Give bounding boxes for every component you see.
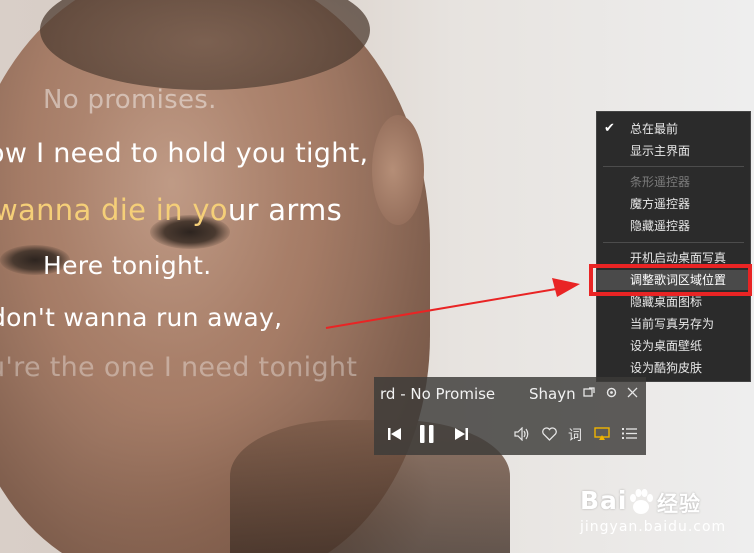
favorite-icon[interactable]: [542, 427, 557, 441]
context-menu: ✔ 总在最前 显示主界面 条形遥控器 魔方遥控器 隐藏遥控器 开机启动桌面写真 …: [596, 111, 751, 382]
watermark-url: jingyan.baidu.com: [580, 519, 727, 535]
watermark-logo-tail: 经验: [657, 492, 701, 516]
menu-item-label: 总在最前: [630, 122, 679, 136]
menu-item-label: 隐藏遥控器: [630, 219, 691, 233]
menu-item-save-photo-as[interactable]: 当前写真另存为: [597, 314, 750, 334]
menu-item-set-wallpaper[interactable]: 设为桌面壁纸: [597, 336, 750, 356]
menu-item-label: 设为酷狗皮肤: [630, 361, 703, 375]
mini-player: rd - No Promise Shayn 词: [374, 377, 646, 455]
menu-item-label: 隐藏桌面图标: [630, 295, 703, 309]
watermark-logo: Bai: [580, 486, 628, 515]
settings-icon[interactable]: [605, 386, 618, 399]
song-title: rd - No Promise: [380, 385, 496, 403]
menu-item-always-on-top[interactable]: ✔ 总在最前: [597, 119, 750, 139]
volume-icon[interactable]: [514, 427, 530, 441]
pause-icon[interactable]: [419, 425, 435, 443]
menu-item-label: 设为桌面壁纸: [630, 339, 703, 353]
menu-item-label: 显示主界面: [630, 144, 691, 158]
menu-item-show-main[interactable]: 显示主界面: [597, 141, 750, 161]
menu-item-set-skin[interactable]: 设为酷狗皮肤: [597, 358, 750, 378]
menu-item-label: 条形遥控器: [630, 175, 691, 189]
previous-icon[interactable]: [388, 427, 402, 441]
next-icon[interactable]: [454, 427, 468, 441]
menu-item-label: 当前写真另存为: [630, 317, 715, 331]
menu-item-label: 开机启动桌面写真: [630, 251, 727, 265]
desktop-lyrics-icon[interactable]: [594, 427, 610, 441]
close-icon[interactable]: [627, 387, 638, 398]
menu-item-label: 魔方遥控器: [630, 197, 691, 211]
menu-item-bar-remote: 条形遥控器: [597, 172, 750, 192]
artist-name: Shayn: [529, 385, 576, 403]
lyrics-button[interactable]: 词: [568, 425, 582, 445]
pin-icon[interactable]: [583, 387, 595, 399]
paw-icon: [630, 489, 653, 514]
check-icon: ✔: [604, 121, 615, 136]
annotation-highlight-box: [589, 264, 752, 296]
baidu-watermark: Bai 经验 jingyan.baidu.com: [580, 486, 725, 535]
menu-item-hide-remote[interactable]: 隐藏遥控器: [597, 216, 750, 236]
menu-divider: [603, 242, 744, 243]
menu-item-cube-remote[interactable]: 魔方遥控器: [597, 194, 750, 214]
menu-divider: [603, 166, 744, 167]
playlist-icon[interactable]: [622, 427, 637, 440]
